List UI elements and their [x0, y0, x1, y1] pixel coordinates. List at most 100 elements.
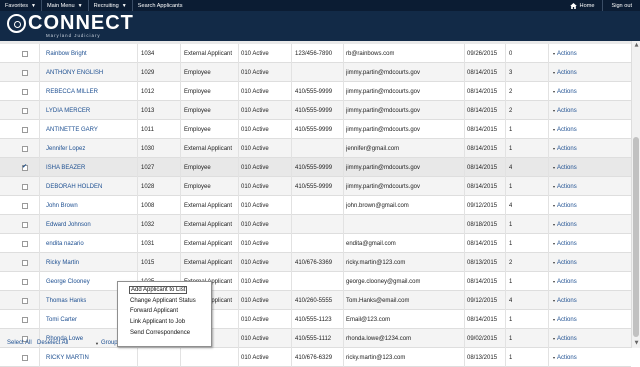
row-actions-menu[interactable]: ▾ Actions	[553, 158, 577, 177]
applicant-name-link[interactable]: RICKY MARTIN	[46, 348, 89, 367]
caret-down-icon: ▾	[553, 184, 556, 189]
row-actions-menu[interactable]: ▾ Actions	[553, 44, 577, 63]
row-checkbox[interactable]	[22, 297, 28, 304]
applicant-name-link[interactable]: John Brown	[46, 196, 78, 215]
row-actions-menu[interactable]: ▾ Actions	[553, 177, 577, 196]
vertical-scrollbar[interactable]: ▲ ▼	[631, 41, 640, 348]
table-row[interactable]: LYDIA MERCER 1013 Employee 010 Active 410/55…	[0, 101, 631, 120]
applicant-name-link[interactable]: ISHA BEAZER	[46, 158, 85, 177]
row-actions-menu[interactable]: ▾ Actions	[553, 215, 577, 234]
row-actions-menu[interactable]: ▾ Actions	[553, 120, 577, 139]
row-checkbox[interactable]	[22, 240, 28, 247]
table-row[interactable]: George Clooney1025External Applicant010 …	[0, 272, 631, 291]
row-checkbox[interactable]	[22, 163, 28, 171]
nav-favorites[interactable]: Favorites ▼	[0, 0, 41, 11]
row-actions-menu[interactable]: ▾ Actions	[553, 348, 577, 367]
row-checkbox[interactable]	[22, 88, 28, 95]
row-checkbox[interactable]	[22, 316, 28, 323]
row-actions-menu[interactable]: ▾ Actions	[553, 139, 577, 158]
row-actions-menu[interactable]: ▾ Actions	[553, 272, 577, 291]
row-actions-menu[interactable]: ▾ Actions	[553, 82, 577, 101]
scroll-up-arrow-icon[interactable]: ▲	[633, 42, 640, 49]
sign-out-link[interactable]: Sign out	[603, 0, 640, 11]
table-row[interactable]: RICKY MARTIN 010 Active 410/676-6329 ricky.…	[0, 348, 631, 367]
row-actions-menu[interactable]: ▾ Actions	[553, 63, 577, 82]
applicant-name-link[interactable]: Ricky Martin	[46, 253, 79, 272]
applicant-name-link[interactable]: ANTHONY ENGLISH	[46, 63, 103, 82]
applicant-name-link[interactable]: Tomi Carter	[46, 310, 77, 329]
applicant-name-link[interactable]: DEBORAH HOLDEN	[46, 177, 102, 196]
row-checkbox[interactable]	[22, 278, 28, 285]
table-row[interactable]: ISHA BEAZER 1027 Employee 010 Active 410/555…	[0, 158, 631, 177]
scroll-thumb[interactable]	[633, 137, 639, 337]
row-checkbox[interactable]	[22, 259, 28, 266]
column-divider	[548, 120, 549, 139]
row-checkbox[interactable]	[22, 107, 28, 114]
column-divider	[137, 101, 138, 120]
nav-search-applicants[interactable]: Search Applicants	[133, 0, 188, 11]
table-row[interactable]: Thomas Hanks1010External Applicant010 Ac…	[0, 291, 631, 310]
row-checkbox[interactable]	[22, 221, 28, 228]
applicant-table: Rainbow Bright 1034 External Applicant 010 …	[0, 44, 631, 367]
applicant-name-link[interactable]: Edward Johnson	[46, 215, 91, 234]
table-row[interactable]: REBECCA MILLER 1012 Employee 010 Active 410/…	[0, 82, 631, 101]
row-actions-menu[interactable]: ▾ Actions	[553, 291, 577, 310]
table-row[interactable]: Tomi Carter 010 Active 410/555-1123 Email@1…	[0, 310, 631, 329]
actions-label: Actions	[557, 107, 577, 114]
row-actions-menu[interactable]: ▾ Actions	[553, 253, 577, 272]
row-actions-menu[interactable]: ▾ Actions	[553, 234, 577, 253]
row-actions-menu[interactable]: ▾ Actions	[553, 310, 577, 329]
row-checkbox[interactable]	[22, 69, 28, 76]
top-navigation-bar: Favorites ▼ Main Menu ▼ Recruiting ▼ Search…	[0, 0, 640, 11]
deselect-all-link[interactable]: Deselect All	[37, 340, 68, 346]
applicant-count: 0	[509, 50, 513, 57]
applicant-phone: 410/260-5555	[295, 297, 333, 304]
applicant-phone: 410/555-9999	[295, 164, 333, 171]
table-row[interactable]: ANTINETTE GARY 1011 Employee 010 Active 410/…	[0, 120, 631, 139]
row-checkbox[interactable]	[22, 50, 28, 57]
table-row[interactable]: Ricky Martin 1015 External Applicant 010 Ac…	[0, 253, 631, 272]
applicant-id: 1008	[141, 202, 155, 209]
scroll-down-arrow-icon[interactable]: ▼	[633, 340, 640, 347]
nav-recruiting[interactable]: Recruiting ▼	[89, 0, 132, 11]
applicant-name-link[interactable]: REBECCA MILLER	[46, 82, 98, 101]
applicant-type: Employee	[184, 69, 211, 76]
table-row[interactable]: endita nazario 1031 External Applicant 010 …	[0, 234, 631, 253]
select-all-link[interactable]: Select All	[7, 340, 32, 346]
table-row[interactable]: Jennifer Lopez 1030 External Applicant 010 …	[0, 139, 631, 158]
table-row[interactable]: Edward Johnson 1032 External Applicant 010 …	[0, 215, 631, 234]
menu-item-add-applicant-to-list[interactable]: Add Applicant to List	[118, 285, 211, 296]
applicant-name-link[interactable]: LYDIA MERCER	[46, 101, 90, 120]
connect-logo[interactable]: CONNECT	[7, 13, 134, 33]
row-checkbox[interactable]	[22, 126, 28, 133]
group-action-button[interactable]: ▼ Group	[95, 337, 118, 349]
menu-item-link-applicant-to-job[interactable]: Link Applicant to Job	[118, 317, 211, 328]
applicant-name-link[interactable]: ANTINETTE GARY	[46, 120, 98, 139]
row-checkbox[interactable]	[22, 183, 28, 190]
home-link[interactable]: Home	[562, 0, 603, 11]
table-row[interactable]: Rainbow Bright 1034 External Applicant 010 …	[0, 44, 631, 63]
table-row[interactable]: DEBORAH HOLDEN 1028 Employee 010 Active 410/…	[0, 177, 631, 196]
menu-item-forward-applicant[interactable]: Forward Applicant	[118, 306, 211, 317]
table-row[interactable]: ANTHONY ENGLISH 1029 Employee 010 Active jim…	[0, 63, 631, 82]
logo-mark-icon	[7, 13, 26, 33]
row-actions-menu[interactable]: ▾ Actions	[553, 101, 577, 120]
column-divider	[548, 234, 549, 253]
menu-item-send-correspondence[interactable]: Send Correspondence	[118, 327, 211, 338]
column-divider	[343, 196, 344, 215]
applicant-name-link[interactable]: Jennifer Lopez	[46, 139, 85, 158]
applicant-name-link[interactable]: Rainbow Bright	[46, 44, 87, 63]
applicant-name-link[interactable]: endita nazario	[46, 234, 84, 253]
column-divider	[39, 196, 40, 215]
applicant-name-link[interactable]: Thomas Hanks	[46, 291, 86, 310]
column-divider	[137, 82, 138, 101]
table-row[interactable]: John Brown 1008 External Applicant 010 Acti…	[0, 196, 631, 215]
row-checkbox[interactable]	[22, 202, 28, 209]
row-checkbox[interactable]	[22, 145, 28, 152]
column-divider	[39, 177, 40, 196]
applicant-name-link[interactable]: George Clooney	[46, 272, 90, 291]
nav-main-menu[interactable]: Main Menu ▼	[42, 0, 88, 11]
menu-item-change-applicant-status[interactable]: Change Applicant Status	[118, 296, 211, 307]
applicant-phone: 410/555-9999	[295, 126, 333, 133]
row-actions-menu[interactable]: ▾ Actions	[553, 196, 577, 215]
